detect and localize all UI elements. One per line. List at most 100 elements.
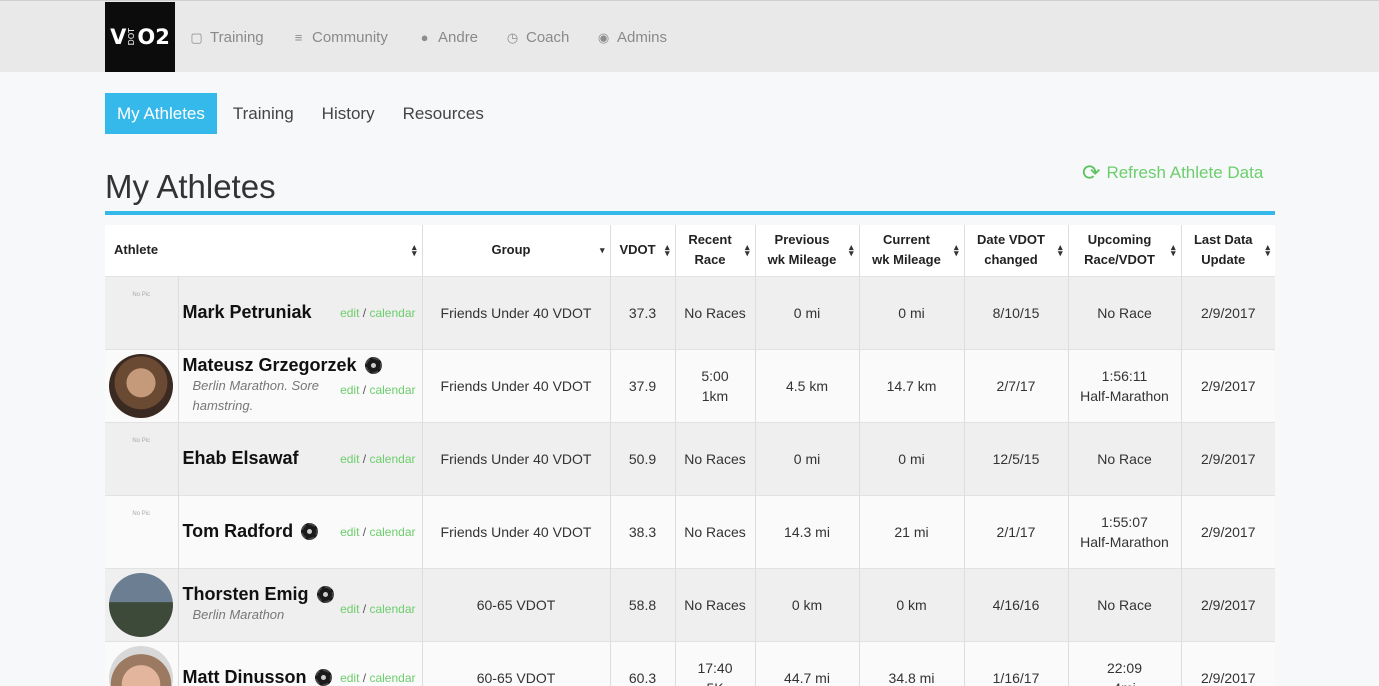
last-update-cell: 2/9/2017 — [1180, 494, 1275, 568]
sort-icon[interactable]: ▴ ▾ — [745, 243, 750, 258]
edit-link[interactable]: edit — [340, 306, 359, 320]
avatar[interactable] — [109, 645, 174, 686]
watch-badge-icon — [316, 585, 334, 603]
recent-race-cell-line2: 5K — [706, 680, 723, 686]
upcoming-race-cell-line1: 1:56:11 — [1101, 367, 1148, 384]
title-divider — [105, 211, 1275, 215]
previous-mileage-cell: 0 km — [754, 567, 859, 641]
athlete-name-text: Thorsten Emig — [182, 584, 309, 604]
link-separator: / — [362, 451, 367, 466]
table-row[interactable]: No Pic Mark Petruniak edit / calendar Frien… — [105, 275, 1275, 349]
column-header-label: Upcoming — [1087, 232, 1152, 248]
athlete-name-text: Mateusz Grzegorzek — [182, 355, 357, 375]
avatar[interactable] — [109, 572, 174, 637]
column-header[interactable]: Previous wk Mileage ▴ ▾ — [754, 225, 859, 276]
table-row[interactable]: Thorsten Emig Berlin Marathon edit / calen… — [105, 567, 1275, 641]
sort-icon[interactable]: ▾ — [600, 246, 605, 255]
sort-icon[interactable]: ▴ ▾ — [665, 243, 670, 258]
last-update-cell: 2/9/2017 — [1180, 640, 1275, 686]
tab-history[interactable]: History — [310, 93, 387, 134]
avatar-cell: No Pic — [105, 421, 178, 495]
athlete-name-text: Ehab Elsawaf — [182, 448, 299, 468]
calendar-link[interactable]: calendar — [369, 671, 415, 685]
column-header[interactable]: Date VDOT changed ▴ ▾ — [963, 225, 1068, 276]
athlete-links: edit / calendar — [340, 449, 415, 469]
edit-link[interactable]: edit — [340, 452, 359, 466]
edit-link[interactable]: edit — [340, 602, 359, 616]
athlete-note: Berlin Marathon. Sore hamstring. — [192, 378, 319, 413]
column-header-label: wk Mileage — [767, 252, 837, 268]
calendar-link[interactable]: calendar — [369, 525, 415, 539]
avatar[interactable] — [109, 353, 174, 418]
vdot-cell: 37.3 — [609, 275, 675, 349]
athlete-name[interactable]: Thorsten Emig — [183, 584, 334, 604]
table-row[interactable]: No Pic Ehab Elsawaf edit / calendar Friends… — [105, 421, 1275, 495]
column-header[interactable]: Last Data Update ▴ ▾ — [1180, 225, 1275, 276]
user-icon: ● — [420, 30, 429, 45]
previous-mileage-cell: 0 mi — [754, 275, 859, 349]
table-row[interactable]: Mateusz Grzegorzek Berlin Marathon. Sore … — [105, 348, 1275, 422]
edit-link[interactable]: edit — [340, 671, 359, 685]
sort-icon[interactable]: ▴ ▾ — [1171, 243, 1176, 258]
sort-icon[interactable]: ▴ ▾ — [849, 243, 854, 258]
nav-community[interactable]: ≡ Community — [292, 29, 388, 46]
tab-resources[interactable]: Resources — [391, 93, 496, 134]
athlete-name[interactable]: Mark Petruniak — [183, 302, 312, 322]
column-header[interactable]: Recent Race ▴ ▾ — [674, 225, 755, 276]
column-header[interactable]: Current wk Mileage ▴ ▾ — [858, 225, 964, 276]
nav-coach[interactable]: ◷ Coach — [506, 29, 570, 46]
last-update-cell: 2/9/2017 — [1180, 348, 1275, 422]
calendar-link[interactable]: calendar — [369, 306, 415, 320]
nav-label: Coach — [526, 29, 570, 46]
upcoming-race-cell: No Race — [1067, 421, 1181, 495]
calendar-link[interactable]: calendar — [369, 452, 415, 466]
group-cell: Friends Under 40 VDOT — [421, 421, 610, 495]
group-cell: Friends Under 40 VDOT — [421, 494, 610, 568]
edit-link[interactable]: edit — [340, 525, 359, 539]
vdot-o2-logo[interactable]: V DOT O2 — [105, 2, 175, 72]
athlete-name-cell: Thorsten Emig Berlin Marathon edit / calen… — [177, 567, 422, 641]
sort-icon[interactable]: ▴ ▾ — [412, 243, 417, 258]
table-row[interactable]: Matt Dinusson edit / calendar 60-65 VDOT 60… — [105, 640, 1275, 686]
athlete-name[interactable]: Mateusz Grzegorzek — [183, 355, 382, 375]
recent-race-cell: No Races — [674, 421, 755, 495]
sort-icon[interactable]: ▴ ▾ — [954, 243, 959, 258]
athlete-name[interactable]: Ehab Elsawaf — [183, 448, 299, 468]
nav-admins[interactable]: ◉ Admins — [597, 29, 667, 46]
upcoming-race-cell-line2: Half-Marathon — [1080, 387, 1169, 404]
link-separator: / — [362, 524, 367, 539]
refresh-label: Refresh Athlete Data — [1106, 163, 1264, 182]
edit-link[interactable]: edit — [340, 383, 359, 397]
nav-training[interactable]: ▢ Training — [190, 29, 263, 46]
nav-user-andre[interactable]: ● Andre — [418, 29, 478, 46]
calendar-link[interactable]: calendar — [369, 602, 415, 616]
date-vdot-changed-cell: 1/16/17 — [963, 640, 1068, 686]
last-update-cell: 2/9/2017 — [1180, 421, 1275, 495]
no-photo-label: No Pic — [132, 291, 151, 298]
link-separator: / — [362, 601, 367, 616]
column-header-label: changed — [984, 252, 1038, 268]
athlete-name[interactable]: Matt Dinusson — [183, 667, 332, 686]
athlete-name[interactable]: Tom Radford — [183, 521, 319, 541]
calendar-link[interactable]: calendar — [369, 383, 415, 397]
column-header[interactable]: Group ▾ — [421, 225, 610, 276]
column-header[interactable]: Upcoming Race/VDOT ▴ ▾ — [1067, 225, 1181, 276]
current-mileage-cell: 21 mi — [858, 494, 964, 568]
group-cell: Friends Under 40 VDOT — [421, 275, 610, 349]
refresh-athlete-data-button[interactable]: ⟳ Refresh Athlete Data — [1082, 160, 1263, 186]
tab-my-athletes[interactable]: My Athletes — [105, 93, 217, 134]
column-header-label: Group — [491, 242, 531, 258]
column-header[interactable]: VDOT ▴ ▾ — [609, 225, 675, 276]
table-row[interactable]: No Pic Tom Radford edit / calendar Friends … — [105, 494, 1275, 568]
avatar-cell — [105, 567, 178, 641]
sort-icon[interactable]: ▴ ▾ — [1265, 243, 1270, 258]
refresh-icon: ⟳ — [1082, 160, 1101, 185]
sort-icon[interactable]: ▴ ▾ — [1058, 243, 1063, 258]
nav-label: Andre — [438, 29, 479, 46]
tab-training[interactable]: Training — [221, 93, 306, 134]
athlete-links: edit / calendar — [340, 303, 415, 323]
column-header[interactable]: Athlete ▴ ▾ — [105, 225, 422, 276]
dashboard-icon: ◉ — [597, 29, 610, 45]
calendar-icon: ▢ — [190, 29, 203, 45]
list-icon: ≡ — [294, 30, 303, 45]
